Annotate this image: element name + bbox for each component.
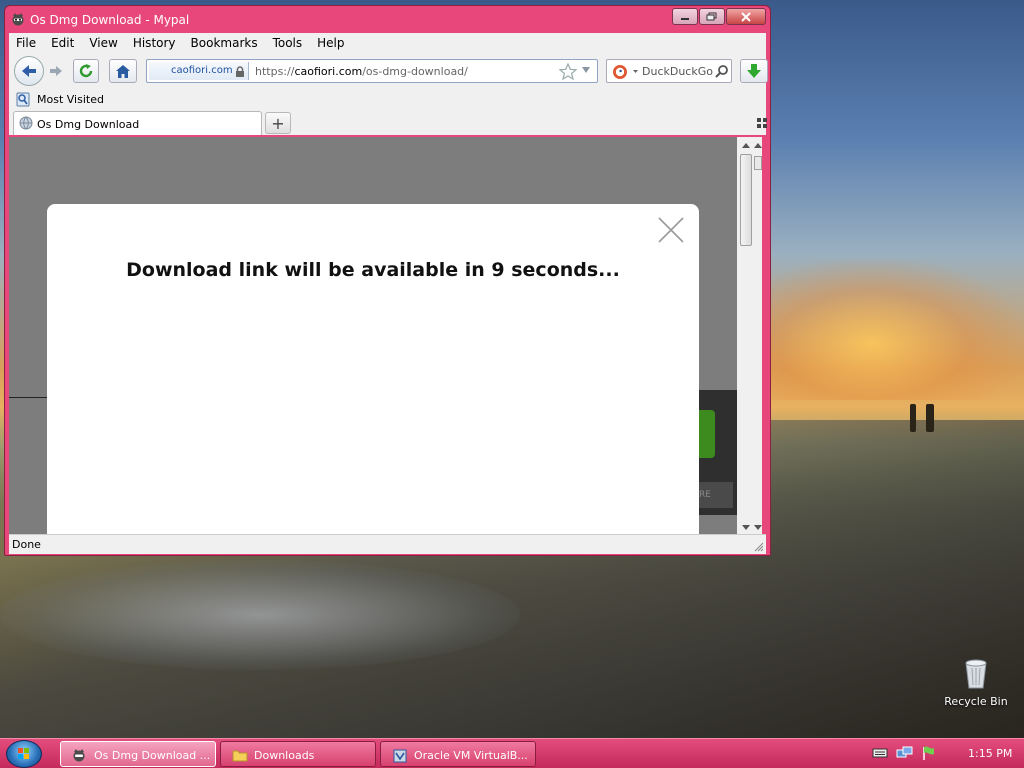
menu-view[interactable]: View	[89, 36, 117, 50]
reload-icon	[79, 64, 93, 78]
wallpaper-figure	[926, 404, 934, 432]
start-button[interactable]	[6, 740, 42, 768]
action-center-flag-icon[interactable]	[922, 745, 936, 761]
page-content: RE Download link will be available in 9 …	[9, 137, 737, 534]
restore-icon	[706, 12, 717, 20]
search-icon[interactable]	[715, 64, 729, 78]
menu-bar: File Edit View History Bookmarks Tools H…	[9, 33, 766, 53]
back-button[interactable]	[14, 56, 44, 86]
background-button-label: RE	[699, 490, 711, 500]
site-identity-label: caofiori.com	[171, 65, 233, 76]
url-host: caofiori.com	[294, 65, 363, 78]
countdown-message: Download link will be available in 9 sec…	[126, 259, 620, 281]
bookmark-star-icon[interactable]	[559, 63, 577, 80]
menu-tools[interactable]: Tools	[273, 36, 303, 50]
mypal-icon	[12, 13, 24, 26]
navigation-toolbar: caofiori.com https://caofiori.com/os-dmg…	[9, 53, 768, 89]
network-icon[interactable]	[896, 745, 914, 761]
globe-icon	[19, 116, 33, 130]
desktop-wallpaper-wave	[0, 560, 520, 670]
taskbar-item-label: Os Dmg Download ...	[94, 749, 211, 762]
folder-icon	[232, 750, 248, 762]
recycle-bin-shortcut[interactable]: Recycle Bin	[944, 656, 1008, 708]
virtualbox-icon	[393, 749, 407, 763]
mypal-icon	[73, 749, 85, 762]
menu-history[interactable]: History	[133, 36, 176, 50]
taskbar-item-label: Downloads	[254, 749, 315, 762]
most-visited-bookmark[interactable]: Most Visited	[37, 93, 104, 106]
tab-label: Os Dmg Download	[37, 118, 140, 131]
download-arrow-icon	[747, 64, 761, 78]
downloads-button[interactable]	[740, 59, 768, 83]
window-title: Os Dmg Download - Mypal	[30, 13, 190, 27]
site-identity-button[interactable]: caofiori.com	[149, 62, 249, 80]
taskbar-item-mypal[interactable]: Os Dmg Download ...	[60, 741, 216, 767]
title-bar[interactable]: Os Dmg Download - Mypal	[5, 6, 770, 34]
minimize-button[interactable]	[672, 8, 698, 25]
taskbar: Os Dmg Download ... Downloads Oracle VM …	[0, 738, 1024, 768]
maximize-button[interactable]	[699, 8, 725, 25]
home-icon	[116, 64, 130, 78]
url-bar[interactable]: caofiori.com https://caofiori.com/os-dmg…	[146, 59, 598, 83]
background-button: RE	[695, 482, 733, 508]
list-all-tabs-icon[interactable]	[757, 118, 767, 128]
new-tab-button[interactable]: +	[265, 112, 291, 134]
taskbar-item-virtualbox[interactable]: Oracle VM VirtualB...	[380, 741, 536, 767]
menu-bookmarks[interactable]: Bookmarks	[191, 36, 258, 50]
plus-icon: +	[271, 113, 285, 133]
taskbar-item-downloads[interactable]: Downloads	[220, 741, 376, 767]
menu-help[interactable]: Help	[317, 36, 344, 50]
desktop-wallpaper-glow	[770, 260, 1024, 400]
recycle-bin-label: Recycle Bin	[944, 695, 1008, 708]
secondary-scrollbar-thumb[interactable]	[754, 156, 762, 170]
background-divider	[9, 397, 49, 398]
lock-icon	[236, 66, 244, 77]
windows-logo-icon	[18, 748, 29, 759]
minimize-icon	[681, 17, 689, 20]
bookmarks-toolbar: Most Visited	[9, 89, 766, 111]
scroll-up-arrow-icon[interactable]	[754, 143, 762, 148]
scrollbar-thumb[interactable]	[740, 154, 752, 246]
recycle-bin-icon	[965, 659, 987, 689]
scroll-down-arrow-icon[interactable]	[754, 525, 762, 530]
tab-bar: Os Dmg Download +	[9, 111, 767, 135]
status-bar: Done	[9, 534, 766, 554]
browser-chrome: File Edit View History Bookmarks Tools H…	[9, 33, 768, 135]
countdown-modal: Download link will be available in 9 sec…	[47, 204, 699, 534]
taskbar-item-label: Oracle VM VirtualB...	[414, 749, 528, 762]
url-dropdown-icon[interactable]	[581, 66, 591, 74]
arrow-right-icon	[50, 66, 62, 76]
url-path: /os-dmg-download/	[362, 65, 468, 78]
url-text: https://caofiori.com/os-dmg-download/	[255, 65, 468, 78]
keyboard-icon[interactable]	[872, 745, 888, 759]
menu-file[interactable]: File	[16, 36, 36, 50]
browser-window: Os Dmg Download - Mypal File Edit View H…	[4, 5, 771, 556]
menu-edit[interactable]: Edit	[51, 36, 74, 50]
modal-close-icon[interactable]	[657, 216, 685, 244]
system-tray	[872, 745, 936, 761]
resize-grip-icon[interactable]	[754, 542, 764, 552]
arrow-left-icon	[22, 65, 36, 77]
clock[interactable]: 1:15 PM	[968, 747, 1012, 760]
search-bar[interactable]: DuckDuckGo	[606, 59, 732, 83]
most-visited-icon	[16, 92, 30, 107]
home-button[interactable]	[109, 59, 137, 83]
close-icon	[741, 11, 751, 22]
search-placeholder: DuckDuckGo	[642, 65, 713, 78]
reload-button[interactable]	[73, 59, 99, 83]
scroll-up-arrow-icon[interactable]	[742, 143, 750, 148]
close-window-button[interactable]	[726, 8, 766, 25]
duckduckgo-icon[interactable]	[612, 64, 640, 80]
vertical-scrollbar[interactable]	[737, 137, 762, 534]
url-scheme: https://	[255, 65, 295, 78]
forward-button[interactable]	[45, 60, 67, 82]
wallpaper-figure	[910, 404, 916, 432]
status-text: Done	[12, 538, 41, 551]
tab-os-dmg-download[interactable]: Os Dmg Download	[13, 111, 262, 135]
scroll-down-arrow-icon[interactable]	[742, 525, 750, 530]
